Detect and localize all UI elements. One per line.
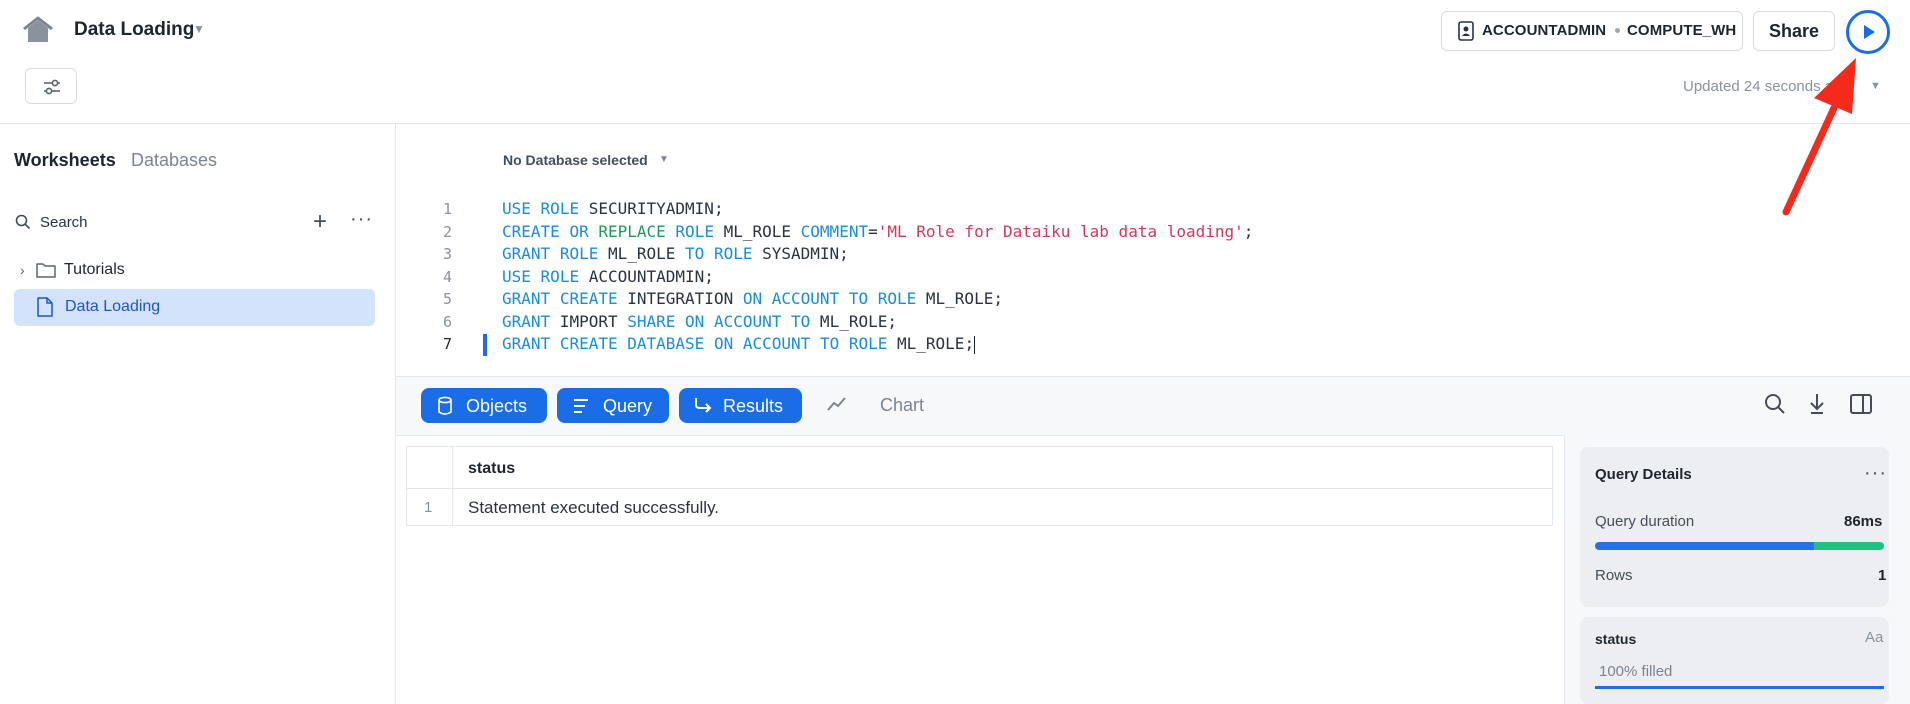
database-selector[interactable]: No Database selected (503, 152, 648, 168)
filter-settings-button[interactable] (25, 68, 77, 104)
tab-databases[interactable]: Databases (131, 150, 217, 171)
table-cell[interactable]: Statement executed successfully. (468, 498, 719, 518)
search-icon[interactable] (1764, 393, 1786, 415)
folder-icon (36, 263, 56, 278)
query-duration-label: Query duration (1595, 513, 1695, 530)
search-input[interactable]: Search (40, 214, 88, 231)
chart-button[interactable]: Chart (880, 395, 924, 416)
line-number: 3 (442, 245, 452, 263)
column-divider (452, 447, 453, 525)
text-cursor (974, 335, 976, 354)
text-type-icon: Aa (1865, 629, 1884, 646)
current-line-indicator (483, 334, 487, 356)
download-icon[interactable] (1807, 393, 1827, 415)
split-panel-icon[interactable] (1850, 393, 1872, 415)
sql-editor[interactable]: USE ROLE SECURITYADMIN; CREATE OR REPLACE… (502, 198, 1253, 356)
line-number: 6 (442, 312, 452, 331)
user-badge-icon (1458, 21, 1474, 41)
query-label: Query (603, 396, 653, 416)
code-line[interactable]: USE ROLE ACCOUNTADMIN; (502, 266, 1253, 289)
worksheet-file-icon (37, 297, 53, 317)
play-icon (1864, 25, 1875, 39)
tree-item-tutorials[interactable]: Tutorials (64, 261, 125, 279)
objects-button[interactable]: Objects (421, 388, 547, 423)
worksheet-title[interactable]: Data Loading (74, 19, 194, 41)
code-line[interactable]: GRANT CREATE INTEGRATION ON ACCOUNT TO R… (502, 288, 1253, 311)
duration-bar-compilation (1814, 542, 1884, 550)
add-icon[interactable]: + (313, 210, 327, 234)
code-line[interactable]: GRANT ROLE ML_ROLE TO ROLE SYSADMIN; (502, 243, 1253, 266)
line-number: 5 (442, 290, 452, 308)
fill-rate: 100% filled (1599, 663, 1673, 680)
code-line[interactable]: USE ROLE SECURITYADMIN; (502, 198, 1253, 221)
line-number: 2 (442, 222, 452, 241)
run-button[interactable] (1846, 10, 1890, 54)
duration-bar-execution (1595, 542, 1814, 550)
annotation-arrow-icon (1782, 58, 1856, 216)
chevron-right-icon[interactable]: › (20, 262, 25, 278)
code-line[interactable]: GRANT CREATE DATABASE ON ACCOUNT TO ROLE… (502, 333, 1253, 356)
chevron-down-icon[interactable]: ▼ (659, 154, 669, 165)
query-duration-value: 86ms (1844, 513, 1883, 530)
database-icon (438, 396, 452, 415)
results-button[interactable]: Results (679, 388, 802, 423)
more-options-icon[interactable]: ··· (350, 208, 373, 231)
sliders-icon (44, 79, 60, 95)
line-chart-icon[interactable] (827, 396, 847, 412)
arrow-return-icon (695, 398, 712, 413)
search-icon[interactable] (15, 214, 31, 230)
objects-label: Objects (466, 396, 528, 416)
row-index: 1 (424, 499, 433, 516)
line-number: 4 (442, 267, 452, 286)
role-label: ACCOUNTADMIN (1482, 22, 1607, 39)
query-button[interactable]: Query (557, 388, 669, 423)
rows-value: 1 (1878, 567, 1887, 584)
results-label: Results (723, 396, 784, 416)
chevron-down-icon[interactable]: ▼ (1870, 80, 1881, 92)
sidebar (0, 124, 396, 704)
rows-label: Rows (1595, 567, 1633, 584)
home-icon[interactable] (22, 16, 54, 44)
text-lines-icon (574, 399, 588, 413)
header-divider (407, 488, 1552, 489)
tree-item-label[interactable]: Data Loading (65, 298, 160, 316)
panel-divider (1564, 435, 1565, 704)
query-details-title: Query Details (1595, 466, 1692, 483)
line-number: 7 (442, 335, 452, 353)
more-options-icon[interactable]: ··· (1864, 462, 1887, 485)
tab-worksheets[interactable]: Worksheets (14, 150, 116, 171)
chevron-down-icon[interactable]: ▼ (193, 22, 205, 36)
share-button[interactable]: Share (1753, 11, 1835, 51)
fill-rate-bar (1595, 686, 1884, 689)
warehouse-label: COMPUTE_WH (1627, 22, 1737, 39)
line-number-gutter: 1 2 3 4 5 6 7 (420, 198, 452, 356)
code-line[interactable]: GRANT IMPORT SHARE ON ACCOUNT TO ML_ROLE… (502, 311, 1253, 334)
column-header-status[interactable]: status (468, 460, 515, 478)
code-line[interactable]: CREATE OR REPLACE ROLE ML_ROLE COMMENT='… (502, 221, 1253, 244)
separator-dot (1615, 28, 1620, 33)
line-number: 1 (442, 200, 452, 218)
column-name: status (1595, 631, 1637, 647)
